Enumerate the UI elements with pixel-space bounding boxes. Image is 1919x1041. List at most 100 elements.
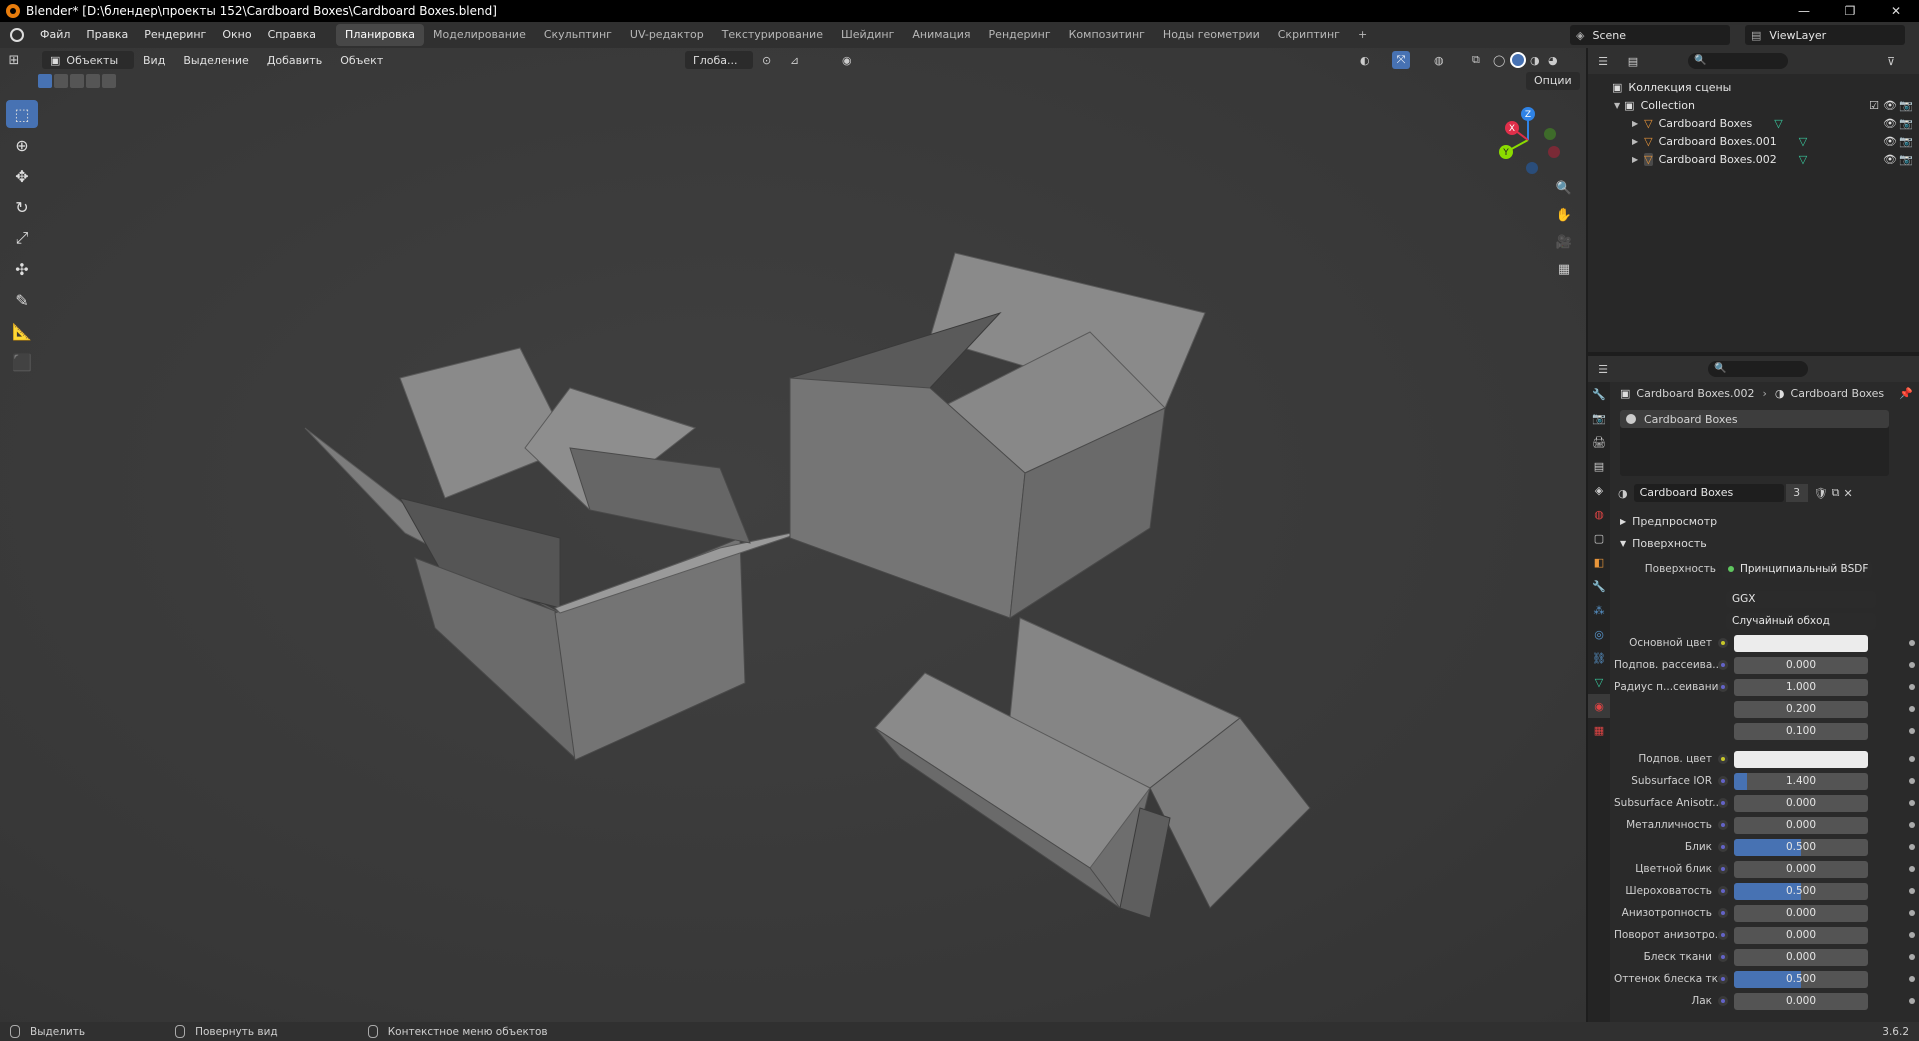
scene-selector[interactable]: ◈ Scene: [1570, 25, 1730, 45]
3d-viewport[interactable]: ⊞ ▣ Объекты Вид Выделение Добавить Объек…: [0, 48, 1586, 1022]
outliner-editor-icon[interactable]: ☰: [1588, 55, 1618, 68]
menu-edit[interactable]: Правка: [78, 22, 136, 48]
constraints-tab-icon[interactable]: ⛓: [1588, 646, 1610, 670]
section-surface[interactable]: ▼ Поверхность: [1614, 532, 1919, 554]
render-camera-icon[interactable]: 📷: [1899, 99, 1913, 112]
mesh-data-icon[interactable]: ▽: [1799, 153, 1807, 166]
expand-arrow-icon[interactable]: ▶: [1632, 137, 1638, 146]
object-tab-icon[interactable]: ◧: [1588, 550, 1610, 574]
add-workspace-button[interactable]: +: [1349, 24, 1376, 46]
keyframe-dot-icon[interactable]: [1909, 954, 1915, 960]
maximize-button[interactable]: ❐: [1827, 0, 1873, 22]
material-slot[interactable]: Cardboard Boxes: [1620, 410, 1889, 428]
color-field[interactable]: [1734, 750, 1868, 768]
value-slider[interactable]: 0.000: [1734, 656, 1868, 674]
material-browse-icon[interactable]: ◑: [1618, 487, 1628, 500]
value-slider[interactable]: 0.000: [1734, 860, 1868, 878]
socket-icon[interactable]: [1718, 682, 1728, 692]
keyframe-dot-icon[interactable]: [1909, 998, 1915, 1004]
menu-help[interactable]: Справка: [260, 22, 324, 48]
value-slider[interactable]: 1.000: [1734, 678, 1868, 696]
filter-icon[interactable]: ⊽: [1887, 55, 1895, 68]
tab-texture-paint[interactable]: Текстурирование: [713, 24, 832, 46]
tab-scripting[interactable]: Скриптинг: [1269, 24, 1349, 46]
value-slider[interactable]: 0.500: [1734, 970, 1868, 988]
keyframe-dot-icon[interactable]: [1909, 888, 1915, 894]
value-slider[interactable]: 0.000: [1734, 926, 1868, 944]
navigation-gizmo[interactable]: Z Y X: [1492, 104, 1564, 176]
keyframe-dot-icon[interactable]: [1909, 662, 1915, 668]
value-slider[interactable]: 0.000: [1734, 948, 1868, 966]
socket-icon[interactable]: [1718, 820, 1728, 830]
keyframe-dot-icon[interactable]: [1909, 684, 1915, 690]
outliner-object-row[interactable]: ▶ ▽ Cardboard Boxes ▽ 👁 📷: [1588, 114, 1919, 132]
render-camera-icon[interactable]: 📷: [1899, 135, 1913, 148]
keyframe-dot-icon[interactable]: [1909, 778, 1915, 784]
collection-row[interactable]: ▼ ▣ Collection ☑ 👁 📷: [1588, 96, 1919, 114]
color-field[interactable]: [1734, 634, 1868, 652]
socket-icon[interactable]: [1718, 842, 1728, 852]
scene-tab-icon[interactable]: ◈: [1588, 478, 1610, 502]
material-tab-icon[interactable]: ◉: [1588, 694, 1610, 718]
scene-collection-row[interactable]: ▣ Коллекция сцены: [1588, 78, 1919, 96]
tab-geometry-nodes[interactable]: Ноды геометрии: [1154, 24, 1269, 46]
keyframe-dot-icon[interactable]: [1909, 932, 1915, 938]
value-slider[interactable]: 0.100: [1734, 722, 1868, 740]
distribution-dropdown[interactable]: GGX: [1726, 590, 1876, 608]
socket-icon[interactable]: [1718, 660, 1728, 670]
socket-icon[interactable]: [1718, 974, 1728, 984]
pin-icon[interactable]: 📌: [1899, 387, 1913, 400]
properties-search-input[interactable]: 🔍: [1708, 361, 1808, 377]
socket-icon[interactable]: [1718, 864, 1728, 874]
mesh-data-icon[interactable]: ▽: [1774, 117, 1782, 130]
display-mode-icon[interactable]: ▤: [1618, 55, 1648, 68]
socket-icon[interactable]: [1718, 930, 1728, 940]
view-layer-selector[interactable]: ▤ ViewLayer: [1745, 25, 1905, 45]
cardboard-box-1[interactable]: [304, 347, 816, 761]
keyframe-dot-icon[interactable]: [1909, 844, 1915, 850]
blender-menu-icon[interactable]: [10, 28, 24, 42]
value-slider[interactable]: 0.000: [1734, 794, 1868, 812]
value-slider[interactable]: 0.500: [1734, 838, 1868, 856]
tab-modeling[interactable]: Моделирование: [424, 24, 535, 46]
expand-arrow-icon[interactable]: ▶: [1632, 155, 1638, 164]
socket-icon[interactable]: [1718, 952, 1728, 962]
menu-render[interactable]: Рендеринг: [136, 22, 214, 48]
outliner-search-input[interactable]: 🔍: [1688, 53, 1788, 69]
visibility-eye-icon[interactable]: 👁: [1883, 99, 1897, 112]
tool-tab-icon[interactable]: 🔧: [1588, 382, 1610, 406]
world-tab-icon[interactable]: ◍: [1588, 502, 1610, 526]
tab-uv-editing[interactable]: UV-редактор: [621, 24, 713, 46]
material-name-field[interactable]: Cardboard Boxes: [1633, 484, 1784, 502]
value-slider[interactable]: 0.200: [1734, 700, 1868, 718]
perspective-grid-icon[interactable]: ▦: [1552, 257, 1576, 281]
zoom-icon[interactable]: 🔍: [1552, 176, 1576, 200]
value-slider[interactable]: 1.400: [1734, 772, 1868, 790]
socket-icon[interactable]: [1718, 908, 1728, 918]
menu-window[interactable]: Окно: [214, 22, 259, 48]
keyframe-dot-icon[interactable]: [1909, 800, 1915, 806]
tab-shading[interactable]: Шейдинг: [832, 24, 903, 46]
render-camera-icon[interactable]: 📷: [1899, 117, 1913, 130]
duplicate-icon[interactable]: ⧉: [1832, 486, 1840, 500]
subsurface-method-dropdown[interactable]: Случайный обход: [1726, 612, 1876, 630]
tab-layout[interactable]: Планировка: [336, 24, 425, 46]
keyframe-dot-icon[interactable]: [1909, 910, 1915, 916]
keyframe-dot-icon[interactable]: [1909, 706, 1915, 712]
physics-tab-icon[interactable]: ◎: [1588, 622, 1610, 646]
render-camera-icon[interactable]: 📷: [1899, 153, 1913, 166]
keyframe-dot-icon[interactable]: [1909, 728, 1915, 734]
socket-icon[interactable]: [1718, 886, 1728, 896]
outliner-object-row[interactable]: ▶ ▽ Cardboard Boxes.002 ▽ 👁 📷: [1588, 150, 1919, 168]
value-slider[interactable]: 0.000: [1734, 816, 1868, 834]
socket-icon[interactable]: [1718, 798, 1728, 808]
keyframe-dot-icon[interactable]: [1909, 866, 1915, 872]
keyframe-dot-icon[interactable]: [1909, 756, 1915, 762]
cardboard-box-3[interactable]: [874, 617, 1311, 919]
unlink-icon[interactable]: ✕: [1843, 487, 1852, 500]
menu-file[interactable]: Файл: [32, 22, 78, 48]
tab-compositing[interactable]: Композитинг: [1060, 24, 1154, 46]
outliner-object-row[interactable]: ▶ ▽ Cardboard Boxes.001 ▽ 👁 📷: [1588, 132, 1919, 150]
visibility-eye-icon[interactable]: 👁: [1883, 153, 1897, 166]
visibility-eye-icon[interactable]: 👁: [1883, 135, 1897, 148]
